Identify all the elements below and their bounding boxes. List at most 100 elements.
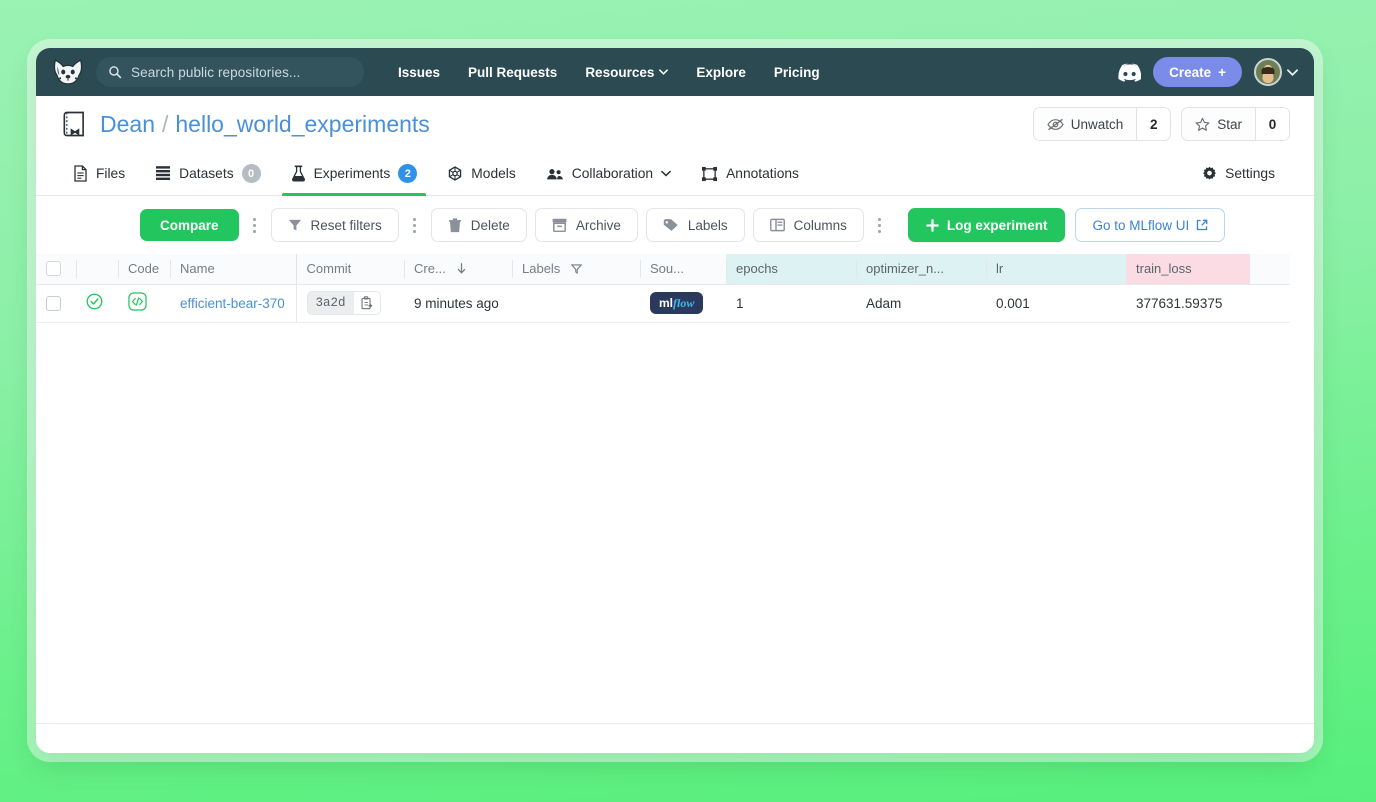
star-count: 0 [1255,108,1289,140]
compare-button[interactable]: Compare [140,209,239,241]
user-menu[interactable] [1254,58,1298,86]
breadcrumb-repo-name[interactable]: hello_world_experiments [175,111,429,138]
primary-nav-links: Issues Pull Requests Resources Explore P… [384,59,834,86]
tab-collaboration[interactable]: Collaboration [531,152,686,195]
search-icon [108,65,122,79]
header-train-loss[interactable]: train_loss [1126,254,1250,285]
header-select-all[interactable] [36,254,76,285]
row-code-cell[interactable] [118,284,170,323]
header-commit[interactable]: Commit [295,254,404,285]
header-labels-label: Labels [522,261,561,277]
header-optimizer-name[interactable]: optimizer_n... [856,254,986,285]
tab-experiments-label: Experiments [313,166,391,181]
sort-down-arrow-icon[interactable] [457,263,466,274]
watch-count: 2 [1136,108,1171,140]
tab-experiments[interactable]: Experiments 2 [276,152,433,196]
nav-link-resources[interactable]: Resources [571,59,682,86]
nav-link-pricing[interactable]: Pricing [760,59,834,86]
header-code[interactable]: Code [118,254,170,285]
experiments-table-container[interactable]: Code Name Commit Cre... Labels Sou... ep… [36,254,1314,723]
delete-button[interactable]: Delete [430,208,527,242]
experiment-name-link[interactable]: efficient-bear-370 [180,296,285,311]
reset-filters-button[interactable]: Reset filters [270,208,399,242]
header-name-label: Name [180,261,215,277]
nav-link-explore[interactable]: Explore [682,59,760,86]
kebab-menu-icon[interactable] [244,210,266,240]
mlflow-source-badge: ml flow [650,292,704,314]
header-name[interactable]: Name [170,254,296,285]
kebab-menu-icon[interactable] [404,210,426,240]
annotation-frame-icon [701,166,718,182]
header-lr-label: lr [996,261,1004,277]
star-icon [1195,117,1210,132]
nav-link-pull-requests[interactable]: Pull Requests [454,59,571,86]
tab-files[interactable]: Files [58,152,140,195]
check-circle-icon [86,293,103,310]
tab-bar-right: Settings [1187,152,1290,195]
row-status-cell [76,284,118,323]
tab-collaboration-label: Collaboration [571,166,654,181]
tab-settings[interactable]: Settings [1187,166,1290,181]
archive-button[interactable]: Archive [534,208,638,242]
dog-logo-icon[interactable] [50,57,86,87]
columns-button[interactable]: Columns [752,208,864,242]
row-optimizer-name-cell: Adam [856,284,986,323]
create-button[interactable]: Create + [1153,57,1242,87]
repository-book-icon [62,111,86,137]
header-optimizer-name-label: optimizer_n... [866,261,945,277]
file-icon [73,165,88,182]
star-button[interactable]: Star [1182,108,1255,140]
create-button-label: Create [1169,64,1212,80]
copy-icon[interactable] [353,292,380,314]
header-created-label: Cre... [414,261,446,277]
header-created[interactable]: Cre... [404,254,512,285]
select-all-checkbox[interactable] [46,261,61,277]
log-experiment-button[interactable]: Log experiment [907,208,1066,242]
delete-label: Delete [470,217,510,233]
avatar [1254,58,1282,86]
labels-label: Labels [687,217,728,233]
repository-header: Dean / hello_world_experiments Unwatch 2 [36,96,1314,152]
tab-datasets-label: Datasets [179,166,234,181]
labels-button[interactable]: Labels [645,208,745,242]
tab-settings-label: Settings [1225,166,1275,181]
kebab-menu-icon[interactable] [869,210,891,240]
row-spacer-cell [1250,284,1290,323]
row-select-cell[interactable] [36,284,76,323]
tab-datasets[interactable]: Datasets 0 [140,152,275,195]
header-source-label: Sou... [650,261,684,277]
window-footer-strip [36,723,1314,753]
nav-link-issues[interactable]: Issues [384,59,454,86]
header-lr[interactable]: lr [986,254,1126,285]
search-input[interactable]: Search public repositories... [96,57,364,87]
filter-outline-icon[interactable] [570,264,582,275]
nav-link-pricing-label: Pricing [773,64,820,80]
breadcrumb: Dean / hello_world_experiments [100,111,430,138]
search-placeholder: Search public repositories... [131,64,301,80]
chevron-down-icon [659,69,669,75]
breadcrumb-owner[interactable]: Dean [100,111,155,138]
plus-icon [926,218,939,232]
header-epochs[interactable]: epochs [726,254,856,285]
header-labels[interactable]: Labels [512,254,640,285]
unwatch-button[interactable]: Unwatch [1033,108,1137,140]
discord-icon[interactable] [1115,62,1141,82]
row-source-cell[interactable]: ml flow [640,284,726,323]
row-labels-cell[interactable] [512,284,640,323]
gear-icon [1202,166,1217,181]
tab-annotations[interactable]: Annotations [686,152,814,195]
repository-actions: Unwatch 2 Star 0 [1032,107,1290,141]
row-name-cell[interactable]: efficient-bear-370 [170,284,296,323]
header-source[interactable]: Sou... [640,254,726,285]
tab-models[interactable]: Models [432,152,530,195]
row-checkbox[interactable] [46,295,61,311]
reset-filters-label: Reset filters [310,217,382,233]
code-brackets-icon[interactable] [128,292,147,311]
eye-slash-icon [1047,118,1064,131]
go-to-mlflow-ui-button[interactable]: Go to MLflow UI [1075,208,1226,242]
star-button-group: Star 0 [1181,107,1290,141]
star-label: Star [1217,116,1242,132]
table-row[interactable]: efficient-bear-370 3a2d 9 minutes ago ml… [36,284,1290,323]
header-epochs-label: epochs [736,261,778,277]
experiments-table: Code Name Commit Cre... Labels Sou... ep… [36,254,1290,323]
